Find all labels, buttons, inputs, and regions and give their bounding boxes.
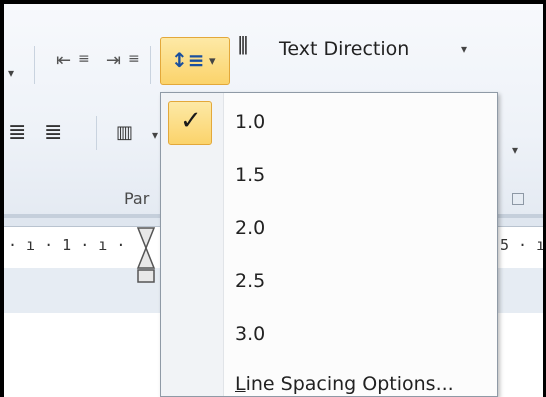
chevron-down-icon[interactable]: ▾ bbox=[512, 143, 518, 157]
decrease-indent-icon[interactable]: ⇤ bbox=[56, 52, 71, 70]
checked-indicator: ✓ bbox=[168, 101, 212, 145]
separator bbox=[150, 46, 151, 84]
text-direction-icon[interactable]: ⫴ bbox=[238, 32, 248, 60]
dialog-launcher-icon[interactable] bbox=[512, 193, 524, 205]
columns-icon[interactable]: ▥ bbox=[116, 124, 133, 142]
separator bbox=[96, 116, 97, 150]
frame-border bbox=[0, 0, 546, 4]
paragraph-group-label: Par bbox=[124, 189, 150, 208]
menu-item-label: Line Spacing Options... bbox=[235, 373, 454, 395]
menu-item-spacing-2-0[interactable]: 2.0 bbox=[161, 203, 497, 255]
ruler-ticks-left: · ı · 1 · ı · bbox=[8, 236, 126, 254]
menu-item-label: 1.5 bbox=[235, 164, 266, 186]
chevron-down-icon: ▾ bbox=[209, 54, 216, 69]
menu-item-label: 3.0 bbox=[235, 323, 266, 345]
line-spacing-button[interactable]: ↕≡ ▾ bbox=[160, 37, 230, 85]
chevron-down-icon[interactable]: ▾ bbox=[461, 42, 467, 56]
ruler-ticks-right: 5 · ı bbox=[500, 236, 546, 254]
separator bbox=[34, 46, 35, 84]
menu-item-label: 2.0 bbox=[235, 217, 266, 239]
line-spacing-icon: ↕≡ bbox=[171, 48, 205, 72]
menu-item-label: 2.5 bbox=[235, 270, 266, 292]
line-spacing-menu: ✓ 1.0 1.5 2.0 2.5 3.0 Line Spacing Optio… bbox=[160, 92, 498, 397]
frame-border bbox=[0, 0, 4, 397]
increase-indent-lines-icon: ≡ bbox=[128, 51, 140, 67]
menu-item-spacing-3-0[interactable]: 3.0 bbox=[161, 309, 497, 361]
dropdown-arrow-icon[interactable]: ▾ bbox=[8, 66, 14, 80]
decrease-indent-lines-icon: ≡ bbox=[78, 51, 90, 67]
menu-item-spacing-1-0[interactable]: ✓ 1.0 bbox=[161, 97, 497, 149]
increase-indent-icon[interactable]: ⇥ bbox=[106, 52, 121, 70]
check-icon: ✓ bbox=[180, 106, 202, 136]
menu-item-spacing-2-5[interactable]: 2.5 bbox=[161, 256, 497, 308]
menu-item-line-spacing-options[interactable]: Line Spacing Options... bbox=[161, 361, 497, 397]
word-window: ▾ ⇤ ≡ ⇥ ≡ ↕≡ ▾ ⫴ Text Direction ▾ ≣ ≣ ▥ … bbox=[0, 0, 546, 397]
menu-item-label: 1.0 bbox=[235, 111, 266, 133]
justify-icon[interactable]: ≣ bbox=[44, 122, 62, 144]
menu-item-spacing-1-5[interactable]: 1.5 bbox=[161, 150, 497, 202]
chevron-down-icon[interactable]: ▾ bbox=[152, 128, 158, 142]
align-right-icon[interactable]: ≣ bbox=[8, 122, 26, 144]
indent-marker-icon[interactable] bbox=[136, 226, 156, 286]
text-direction-button[interactable]: Text Direction bbox=[279, 38, 409, 60]
